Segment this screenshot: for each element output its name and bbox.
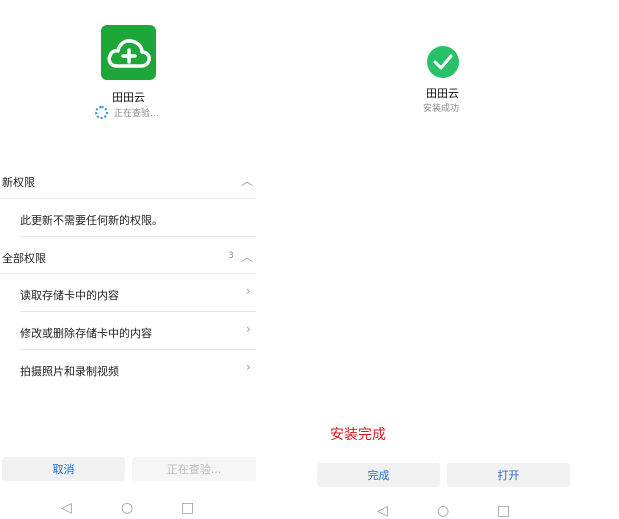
app-icon [101,25,156,80]
app-name-left: 田田云 [112,91,145,104]
chevron-right-icon: › [246,322,251,336]
open-button[interactable]: 打开 [447,463,570,487]
permission-label: 拍摄照片和录制视频 [20,365,119,378]
install-complete-message: 安装完成 [330,427,386,443]
recents-square-icon[interactable]: □ [497,503,510,519]
divider [20,236,256,237]
check-circle-icon [427,46,459,78]
status-row-left: 正在查验... [95,106,159,119]
install-status-right: 安装成功 [423,104,460,114]
back-triangle-icon[interactable]: ◁ [61,500,72,516]
cancel-button[interactable]: 取消 [2,457,125,481]
chevron-up-icon[interactable]: ︿ [241,172,253,189]
chevron-right-icon: › [246,284,251,298]
back-triangle-icon[interactable]: ◁ [377,503,388,519]
app-name-right: 田田云 [426,87,459,100]
chevron-right-icon: › [246,360,251,374]
permission-item-read-storage[interactable]: 读取存储卡中的内容 › [20,274,256,311]
home-circle-icon[interactable]: ○ [121,500,133,516]
permission-label: 修改或删除存储卡中的内容 [20,327,152,340]
loading-spinner-icon [95,106,108,119]
section-title-new-permissions: 新权限 [2,176,35,189]
checking-button[interactable]: 正在查验... [132,457,256,481]
section-title-all-permissions: 全部权限 [2,252,46,265]
new-permissions-message: 此更新不需要任何新的权限。 [20,214,163,227]
done-button[interactable]: 完成 [317,463,440,487]
permission-label: 读取存储卡中的内容 [20,289,119,302]
permission-item-camera[interactable]: 拍摄照片和录制视频 › [20,350,256,387]
recents-square-icon[interactable]: □ [181,500,194,516]
permission-count: 3 [228,251,234,261]
home-circle-icon[interactable]: ○ [437,503,449,519]
chevron-up-icon[interactable]: ︿ [241,248,253,265]
cloud-plus-icon [107,38,151,68]
permission-item-modify-storage[interactable]: 修改或删除存储卡中的内容 › [20,312,256,349]
divider [0,198,256,199]
status-text-left: 正在查验... [114,109,159,119]
